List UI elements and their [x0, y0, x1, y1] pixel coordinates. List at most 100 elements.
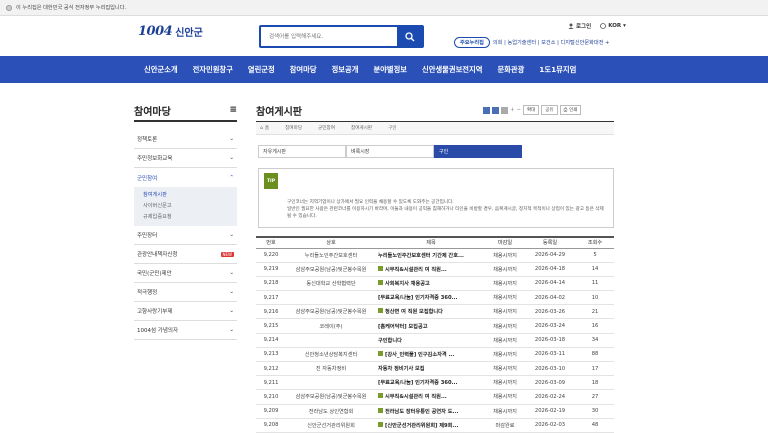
table-row[interactable]: 9,212 진 자동차정비 자동차 정비기사 모집 채용시까지 2026-03-10 17	[256, 361, 614, 377]
cell-title[interactable]: 누리돌노인주간보호센터 기간제 간호...	[376, 248, 486, 263]
cell-title[interactable]: 시무직&시설관리 여 직원...	[376, 389, 486, 405]
board-tabs: 자유게시판 벼룩시장 구인	[258, 145, 522, 158]
sidebar-item[interactable]: 정책토론 ⌄	[134, 130, 237, 149]
gnb-item[interactable]: 문화관광	[497, 65, 524, 75]
table-row[interactable]: 9,216 삼삼주모공원(남공)및군봉수목원 청산면 여 직원 모집합니다 채용시까지…	[256, 304, 614, 320]
submenu-item[interactable]: 사이버신문고	[143, 200, 237, 211]
blog-icon[interactable]	[501, 106, 508, 114]
table-row[interactable]: 9,210 삼삼주모공원(남공)및군봉수목원 시무직&시설관리 여 직원... 채용시…	[256, 389, 614, 405]
language-select[interactable]: KOR ▾	[600, 22, 626, 30]
breadcrumb-item[interactable]: 참여마당	[285, 125, 302, 131]
attachment-icon	[378, 350, 383, 356]
zoom-in-icon[interactable]: ＋	[510, 107, 515, 113]
cell-title[interactable]: [신안군선거관리위원회] 제9회...	[376, 418, 486, 433]
col-views: 조회수	[576, 236, 614, 249]
cell-title[interactable]: 사회복지사 채용공고	[376, 276, 486, 292]
search-button[interactable]	[397, 27, 422, 46]
chevron-down-icon: ⌄	[229, 289, 234, 295]
logo-mark: 1004	[138, 24, 173, 39]
cell-deadline: 채용시까지	[486, 333, 524, 348]
share-button[interactable]: 공유	[541, 105, 558, 115]
breadcrumb-item[interactable]: 군민참여	[318, 125, 335, 131]
table-row[interactable]: 9,211 [무료교육/나눔] 인기자격증 360... 채용시까지 2026-03-…	[256, 375, 614, 391]
sidebar-item[interactable]: 국민(군민)제안 ⌄	[134, 264, 237, 283]
related-links-text[interactable]: 의회 | 농업기술센터 | 보건소 | 디지털신안문화대전 +	[493, 39, 610, 46]
cell-title[interactable]: 구인합니다	[376, 333, 486, 348]
tab-free[interactable]: 자유게시판	[258, 145, 346, 158]
cell-views: 48	[576, 418, 614, 433]
gnb-item[interactable]: 분야별정보	[373, 65, 407, 75]
tab-market[interactable]: 벼룩시장	[346, 145, 434, 158]
site-logo[interactable]: 1004 신안군	[138, 24, 203, 39]
cell-title[interactable]: [홈케어닥터] 모집공고	[376, 318, 486, 334]
table-row[interactable]: 9,219 삼삼주모공원(남공)및군봉수목원 시무직&시설관리 여 직원... 채용시…	[256, 262, 614, 277]
cell-date: 2026-04-18	[524, 262, 576, 277]
login-link[interactable]: 로그인	[568, 22, 591, 30]
table-body: 9,220 누리돌노인주간보호센터 누리돌노인주간보호센터 기간제 간호... 채용시…	[256, 248, 614, 433]
submenu-item[interactable]: 규제입증요청	[143, 211, 237, 222]
attachment-icon	[378, 279, 383, 285]
print-button[interactable]: ⎙ 인쇄	[559, 105, 582, 115]
cell-views: 34	[576, 333, 614, 348]
sidebar-item[interactable]: 1004섬 가념의자 ⌄	[134, 321, 237, 340]
chevron-down-icon: ⌄	[229, 155, 234, 161]
table-row[interactable]: 9,214 구인합니다 채용시까지 2026-03-18 34	[256, 333, 614, 348]
attachment-icon	[378, 308, 383, 314]
cell-company: 코레이(주)	[286, 318, 376, 334]
cell-deadline: 채용시까지	[486, 276, 524, 292]
cell-deadline: 채용시까지	[486, 375, 524, 391]
sidebar-item[interactable]: 고향사랑기부제 ⌄	[134, 302, 237, 321]
sidebar-item[interactable]: 주민장터 ⌄	[134, 226, 237, 245]
cell-date: 2026-02-24	[524, 389, 576, 405]
table-row[interactable]: 9,220 누리돌노인주간보호센터 누리돌노인주간보호센터 기간제 간호... 채용시…	[256, 248, 614, 263]
table-row[interactable]: 9,217 [무료교육/나눔] 인기자격증 360... 채용시까지 2026-04-…	[256, 290, 614, 306]
cell-views: 21	[576, 304, 614, 320]
cell-no: 9,211	[256, 375, 286, 391]
bigger-button[interactable]: 확대	[523, 105, 540, 115]
sidebar-item-active[interactable]: 군민참여 ⌃	[134, 168, 237, 187]
table-row[interactable]: 9,213 신안청소년상담복지센터 [강사_인력풀] 인구김소자격 ... 채용시까지…	[256, 347, 614, 363]
cell-title[interactable]: 전라남도 장터유통인 공연자 도...	[376, 404, 486, 419]
gnb-item[interactable]: 열린군정	[248, 65, 275, 75]
sidebar-item[interactable]: 주민정보화교육 ⌄	[134, 149, 237, 168]
cell-date: 2026-03-18	[524, 333, 576, 348]
tab-jobs[interactable]: 구인	[434, 145, 522, 158]
gnb-item[interactable]: 전자민원창구	[193, 65, 233, 75]
side-nav-title: 참여마당 ≡	[134, 100, 237, 122]
zoom-out-icon[interactable]: －	[517, 107, 522, 113]
twitter-icon[interactable]	[483, 106, 490, 114]
search-input[interactable]	[261, 27, 397, 46]
home-icon[interactable]: ⌂	[260, 126, 263, 131]
gnb-item[interactable]: 참여마당	[290, 65, 317, 75]
cell-title[interactable]: 청산면 여 직원 모집합니다	[376, 304, 486, 320]
gnb-item[interactable]: 정보공개	[332, 65, 359, 75]
cell-deadline: 채용시까지	[486, 361, 524, 377]
menu-icon[interactable]: ≡	[229, 105, 237, 115]
breadcrumb-item[interactable]: 홈	[265, 125, 269, 131]
submenu-item[interactable]: 참여게시판	[143, 189, 237, 200]
cell-title[interactable]: 자동차 정비기사 모집	[376, 361, 486, 377]
tip-line: 구인코너는 지역기업이나 상가에서 필요 인력을 채용할 수 있도록 도와주는 …	[287, 200, 454, 205]
table-row[interactable]: 9,209 전라남도 상인연합회 전라남도 장터유통인 공연자 도... 채용시까지 2…	[256, 404, 614, 419]
gnb-item[interactable]: 신안생물권보전지역	[422, 65, 482, 75]
breadcrumb-item[interactable]: 참여게시판	[351, 125, 372, 131]
table-row[interactable]: 9,208 신안군선거관리위원회 [신안군선거관리위원회] 제9회... 마감완료 20…	[256, 418, 614, 433]
breadcrumb-item[interactable]: 구인	[388, 125, 396, 131]
attachment-icon	[378, 265, 383, 271]
cell-title[interactable]: [무료교육/나눔] 인기자격증 360...	[376, 290, 486, 306]
cell-deadline: 채용시까지	[486, 347, 524, 363]
cell-title[interactable]: 시무직&시설관리 여 직원...	[376, 262, 486, 277]
main-sites-button[interactable]: 주요누리집	[454, 37, 490, 48]
cell-title[interactable]: [강사_인력풀] 인구김소자격 ...	[376, 347, 486, 363]
gnb-item[interactable]: 신안군소개	[144, 65, 178, 75]
cell-views: 11	[576, 276, 614, 292]
gnb-item[interactable]: 1도1뮤지엄	[539, 65, 576, 75]
cell-title[interactable]: [무료교육/나눔] 인기자격증 360...	[376, 375, 486, 391]
table-row[interactable]: 9,218 동신대학교 산학협력단 사회복지사 채용공고 채용시까지 2026-04-1…	[256, 276, 614, 292]
sidebar-item[interactable]: 관광안내책자신청 NEW	[134, 245, 237, 264]
cell-deadline: 채용시까지	[486, 404, 524, 419]
cell-deadline: 마감완료	[486, 418, 524, 433]
table-row[interactable]: 9,215 코레이(주) [홈케어닥터] 모집공고 채용시까지 2026-03-24 16	[256, 318, 614, 334]
facebook-icon[interactable]	[492, 106, 499, 114]
sidebar-item[interactable]: 적극행정 ⌄	[134, 283, 237, 302]
